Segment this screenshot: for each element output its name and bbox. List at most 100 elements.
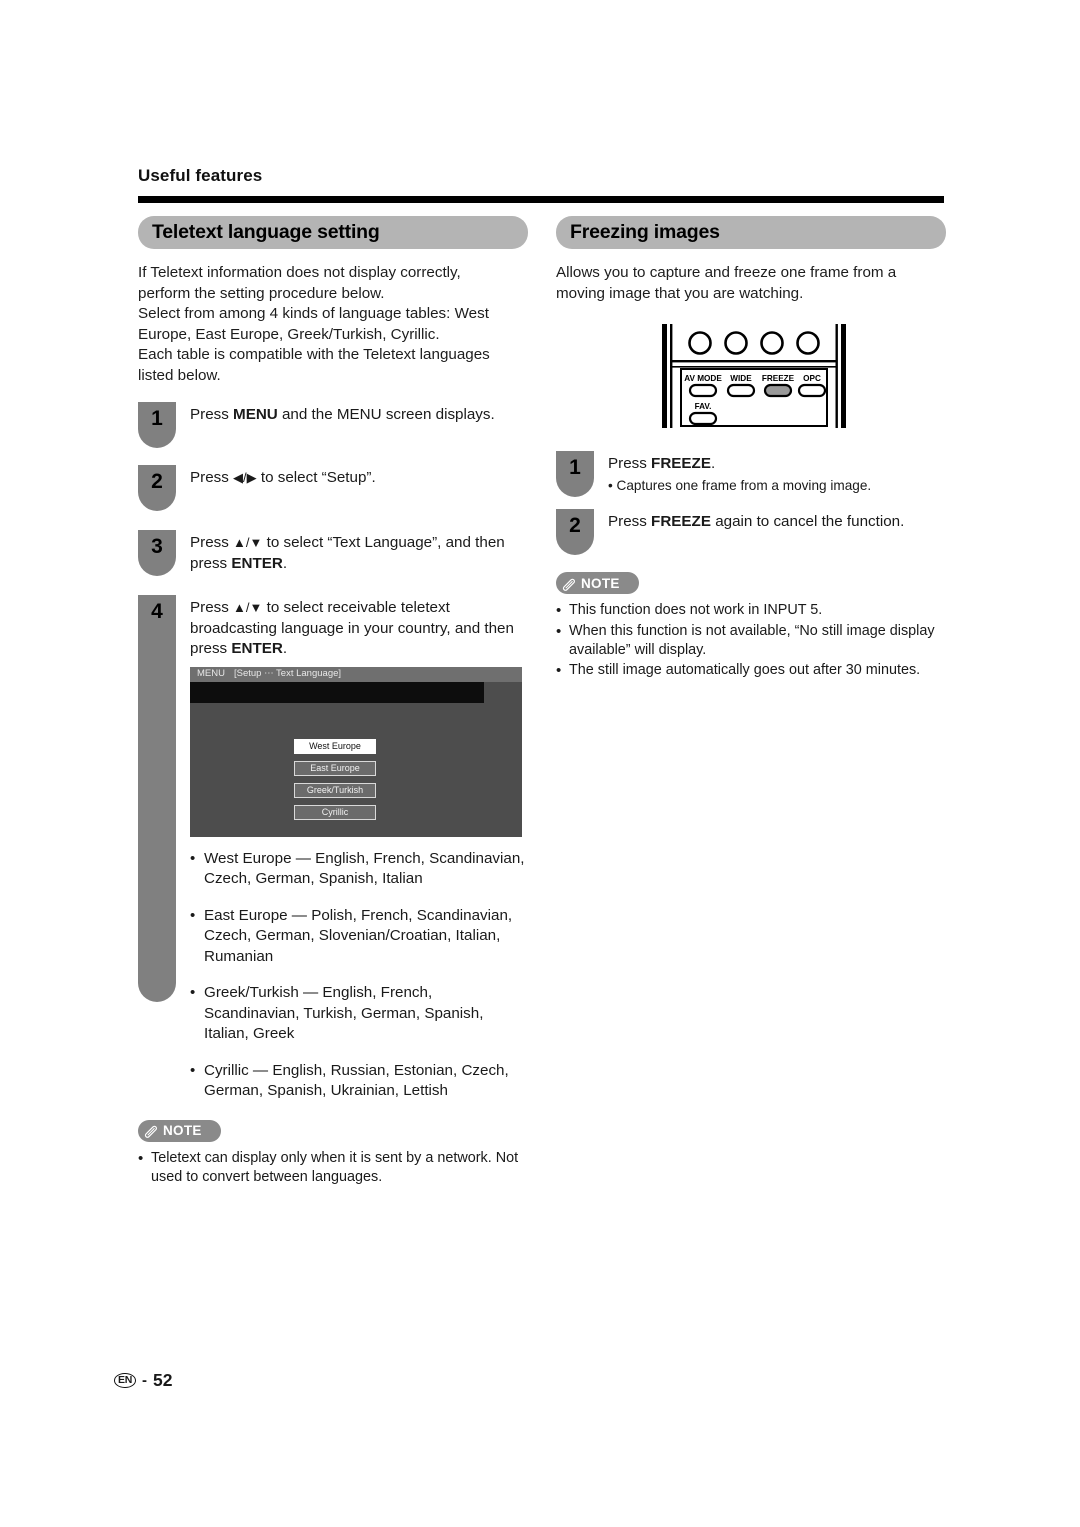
step-item: 1 Press FREEZE. • Captures one frame fro… [556,451,946,497]
remote-control-illustration: AV MODE WIDE FREEZE OPC FAV. [654,320,946,437]
note-text: When this function is not available, “No… [569,622,935,659]
step-text-before: Press [190,469,234,486]
language-entry: West Europe — English, French, Scandinav… [204,849,525,888]
step-text: Press ▲/▼ to select receivable teletext … [190,595,528,1102]
up-down-arrow-icon: ▲/▼ [233,535,263,550]
left-column: Teletext language setting If Teletext in… [138,216,528,1188]
footer-separator: - [142,1372,147,1389]
osd-option-west-europe[interactable]: West Europe [294,738,376,754]
running-head: Useful features [138,166,263,185]
note-block-freezing: NOTE • This function does not work in IN… [556,572,946,681]
locale-badge: EN [114,1372,136,1389]
section-header-teletext: Teletext language setting [138,216,528,249]
svg-text:WIDE: WIDE [730,374,752,383]
osd-screen-area: West Europe East Europe Greek/Turkish Cy… [190,681,522,837]
svg-text:AV MODE: AV MODE [684,374,722,383]
step-text-before: Press [190,599,234,616]
note-items: • Teletext can display only when it is s… [138,1149,528,1188]
language-entry: East Europe — Polish, French, Scandinavi… [204,906,513,965]
step-text: Press MENU and the MENU screen displays. [190,402,528,426]
step-text-before: Press [190,534,234,551]
osd-option-east-europe[interactable]: East Europe [294,760,376,776]
step-text-after: again to cancel the function. [710,513,905,530]
freezing-intro: Allows you to capture and freeze one fra… [556,263,946,304]
svg-text:FAV.: FAV. [695,402,712,411]
list-item: • Cyrillic — English, Russian, Estonian,… [190,1061,528,1102]
osd-option-greek-turkish[interactable]: Greek/Turkish [294,782,376,798]
intro-line: If Teletext information does not display… [138,264,461,281]
note-items: • This function does not work in INPUT 5… [556,601,946,681]
note-text: Teletext can display only when it is sen… [151,1149,519,1186]
step-text: Press FREEZE again to cancel the functio… [608,509,946,533]
intro-line: perform the setting procedure below. [138,284,385,302]
note-text: This function does not work in INPUT 5. [569,602,823,618]
step-text-after: . [282,640,288,657]
note-badge: NOTE [556,572,639,594]
left-right-arrow-icon: ◀/▶ [233,470,257,485]
osd-option-list: West Europe East Europe Greek/Turkish Cy… [294,738,376,820]
page-footer: EN - 52 [114,1370,172,1391]
step-text-after: and the MENU screen displays. [277,406,495,423]
bullet-icon: • [556,622,562,640]
bullet-icon: • [556,661,562,679]
step-keyword: FREEZE [651,455,711,472]
step-item: 2 Press FREEZE again to cancel the funct… [556,509,946,555]
teletext-steps: 1 Press MENU and the MENU screen display… [138,402,528,1102]
up-down-arrow-icon: ▲/▼ [233,600,263,615]
step-text: Press ◀/▶ to select “Setup”. [190,465,528,489]
step-number-badge: 1 [556,451,594,497]
step-text-before: Press [608,455,652,472]
step-text-before: Press [190,406,234,423]
list-item: • West Europe — English, French, Scandin… [190,849,528,890]
list-item: • East Europe — Polish, French, Scandina… [190,906,528,968]
section-header-freezing: Freezing images [556,216,946,249]
step-number-badge: 1 [138,402,176,448]
step-number-badge: 3 [138,530,176,576]
list-item: • When this function is not available, “… [556,622,946,661]
header-rule [138,196,944,203]
intro-line: moving image that you are watching. [556,284,804,302]
language-entry: Cyrillic — English, Russian, Estonian, C… [204,1061,509,1100]
osd-screenshot: MENU [Setup ⋯ Text Language] West Europe… [190,666,522,837]
intro-line: Select from among 4 kinds of language ta… [138,305,489,322]
list-item: • This function does not work in INPUT 5… [556,601,946,622]
note-block-teletext: NOTE • Teletext can display only when it… [138,1119,528,1188]
osd-top-band [190,681,484,703]
step-keyword: ENTER [231,554,283,572]
freezing-steps: 1 Press FREEZE. • Captures one frame fro… [556,451,946,555]
right-column: Freezing images Allows you to capture an… [556,216,946,681]
step-text-after: . [710,455,716,472]
language-table-list: • West Europe — English, French, Scandin… [190,849,528,1102]
intro-line: Each table is compatible with the Telete… [138,346,490,363]
step-item: 1 Press MENU and the MENU screen display… [138,402,528,448]
step-text-before: Press [608,513,652,530]
osd-option-cyrillic[interactable]: Cyrillic [294,804,376,820]
step-text-after: . [282,554,288,572]
note-badge: NOTE [138,1119,221,1142]
step-keyword: MENU [233,406,278,423]
step-text: Press FREEZE. • Captures one frame from … [608,451,946,495]
intro-line: Allows you to capture and freeze one fra… [556,264,897,281]
manual-page: Useful features Teletext language settin… [0,0,1080,1527]
section-title-text: Freezing images [570,221,720,243]
list-item: • Greek/Turkish — English, French, Scand… [190,983,528,1045]
step-item: 2 Press ◀/▶ to select “Setup”. [138,465,528,511]
step-number-badge: 2 [138,465,176,511]
list-item: • Teletext can display only when it is s… [138,1149,528,1188]
list-item: • The still image automatically goes out… [556,661,946,682]
step-item: 3 Press ▲/▼ to select “Text Language”, a… [138,530,528,576]
osd-title-bar: MENU [Setup ⋯ Text Language] [190,666,522,682]
step-keyword: FREEZE [651,513,711,530]
bullet-icon: • [190,906,196,924]
intro-line: Europe, East Europe, Greek/Turkish, Cyri… [138,325,440,343]
section-title-text: Teletext language setting [152,221,380,243]
teletext-intro: If Teletext information does not display… [138,263,528,386]
svg-text:FREEZE: FREEZE [762,374,795,383]
remote-control-graphic: AV MODE WIDE FREEZE OPC FAV. [662,324,846,428]
step-number-badge: 2 [556,509,594,555]
step-substep: • Captures one frame from a moving image… [608,477,872,493]
language-entry: Greek/Turkish — English, French, Scandin… [204,984,484,1042]
step-text: Press ▲/▼ to select “Text Language”, and… [190,530,528,574]
note-label-text: NOTE [581,575,620,591]
bullet-icon: • [190,1061,196,1079]
